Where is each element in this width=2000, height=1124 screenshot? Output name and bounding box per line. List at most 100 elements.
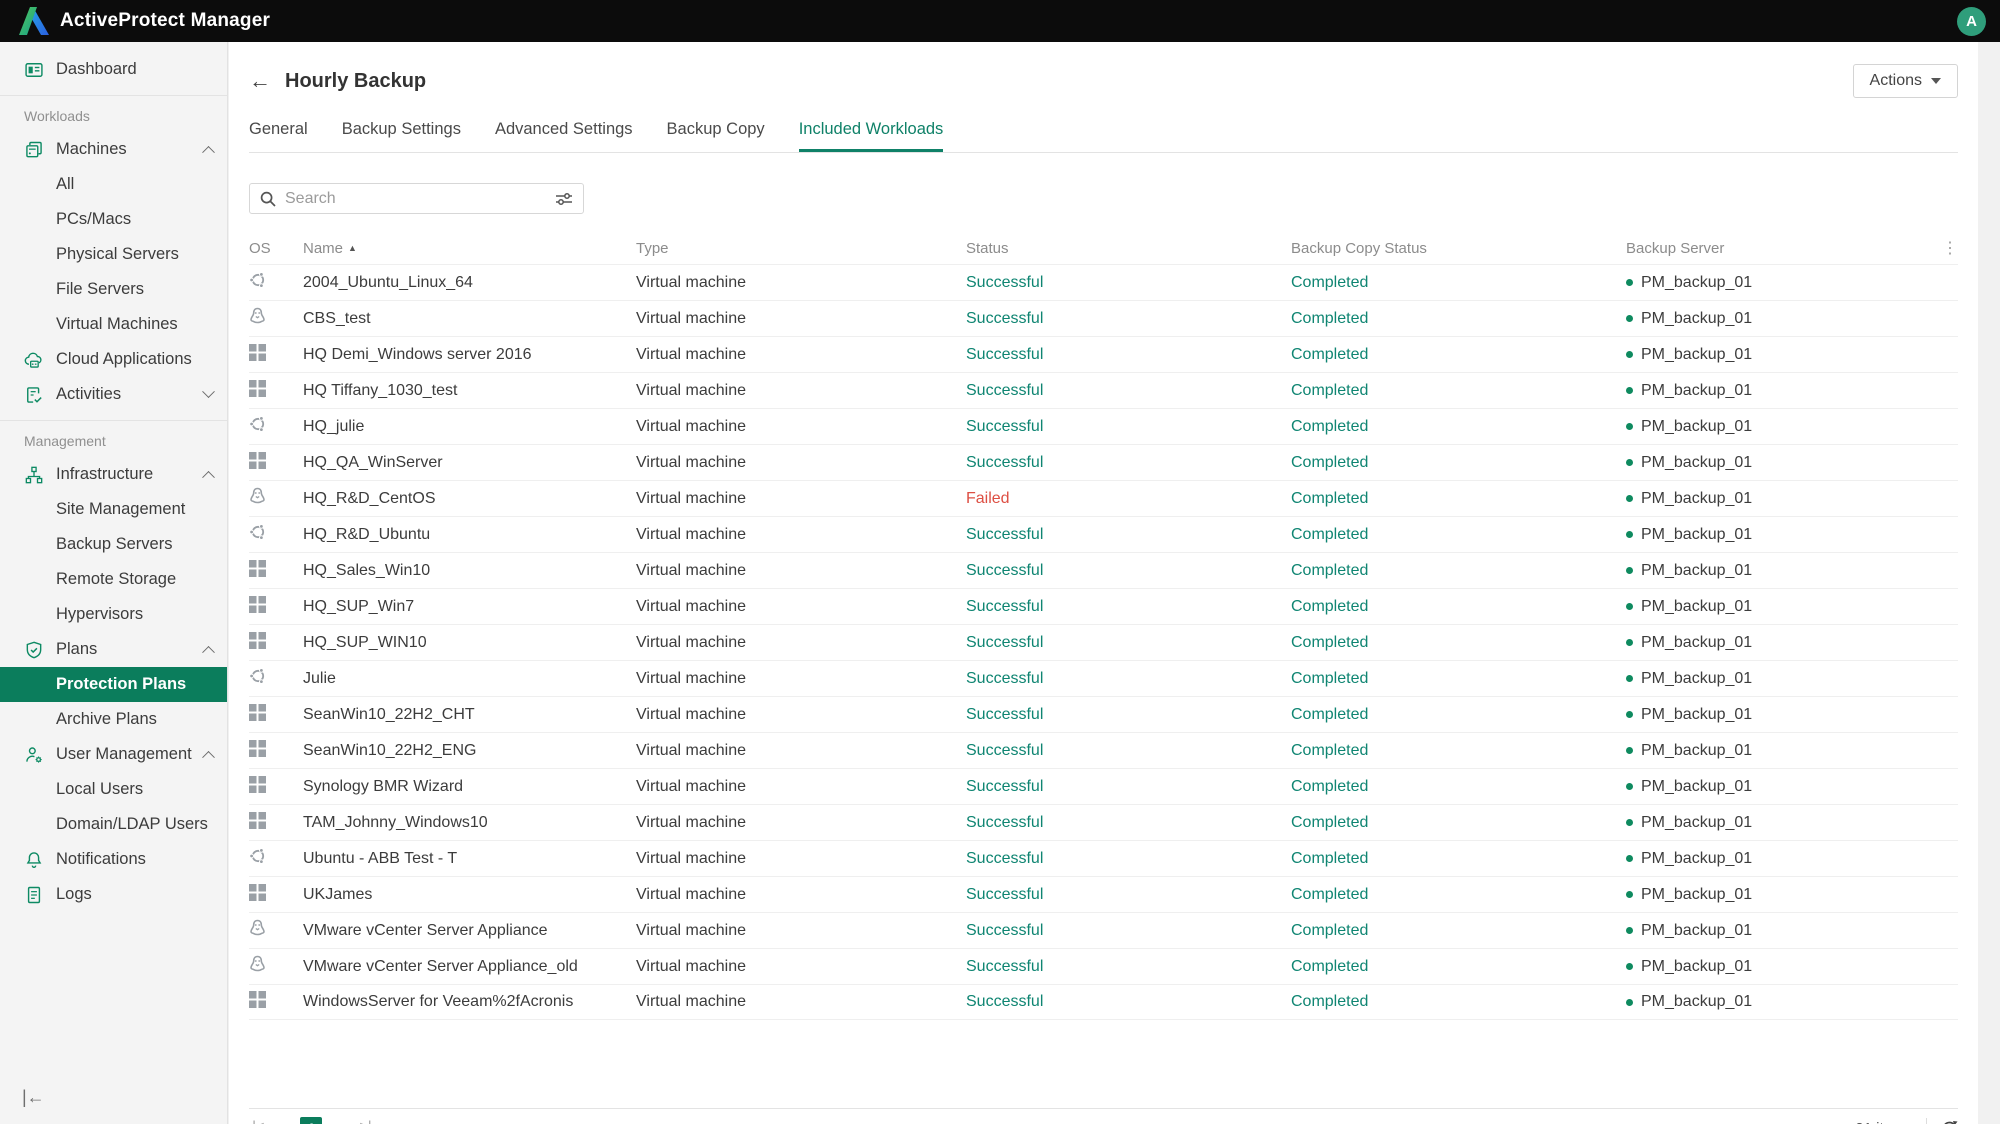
first-page-button[interactable]: |< [249, 1119, 267, 1124]
windows-os-icon [249, 451, 303, 474]
table-row[interactable]: SeanWin10_22H2_ENG Virtual machine Success… [249, 732, 1958, 768]
items-count: 21 items [1855, 1120, 1912, 1124]
table-row[interactable]: HQ Tiffany_1030_test Virtual machine Succe… [249, 372, 1958, 408]
table-row[interactable]: HQ_QA_WinServer Virtual machine Successful… [249, 444, 1958, 480]
table-row[interactable]: Ubuntu - ABB Test - T Virtual machine Succ… [249, 840, 1958, 876]
sidebar-item-plans[interactable]: Plans [0, 632, 227, 667]
sidebar-item-backup-servers[interactable]: Backup Servers [0, 527, 227, 562]
table-row[interactable]: HQ_R&D_CentOS Virtual machine Failed Comple… [249, 480, 1958, 516]
sidebar-item-label: PCs/Macs [56, 210, 132, 228]
backup-server-cell: PM_backup_01 [1626, 814, 1936, 832]
tab-backup-copy[interactable]: Backup Copy [667, 112, 765, 152]
sidebar-item-site-management[interactable]: Site Management [0, 492, 227, 527]
copy-status-text: Completed [1291, 957, 1369, 975]
sidebar-item-cloud-applications[interactable]: Cloud Applications [0, 342, 227, 377]
sidebar-item-all[interactable]: All [0, 167, 227, 202]
sidebar-section-label-management: Management [24, 433, 106, 449]
sidebar-item-archive-plans[interactable]: Archive Plans [0, 702, 227, 737]
workload-name: WindowsServer for Veeam%2fAcronis [303, 993, 574, 1010]
copy-status-text: Completed [1291, 345, 1369, 363]
filter-icon[interactable] [555, 191, 573, 207]
sidebar-item-protection-plans[interactable]: Protection Plans [0, 667, 227, 702]
sidebar-item-infrastructure[interactable]: Infrastructure [0, 457, 227, 492]
status-text: Successful [966, 669, 1044, 687]
sidebar-item-domain-ldap-users[interactable]: Domain/LDAP Users [0, 807, 227, 842]
table-row[interactable]: VMware vCenter Server Appliance_old Virtu… [249, 948, 1958, 984]
sidebar-item-file-servers[interactable]: File Servers [0, 272, 227, 307]
sidebar-item-notifications[interactable]: Notifications [0, 842, 227, 877]
sidebar-item-activities[interactable]: Activities [0, 377, 227, 412]
column-header-os: OS [249, 239, 271, 257]
sidebar-item-dashboard[interactable]: Dashboard [0, 52, 227, 87]
current-page-indicator[interactable]: 1 [300, 1117, 323, 1124]
tab-advanced-settings[interactable]: Advanced Settings [495, 112, 633, 152]
sidebar-item-machines[interactable]: Machines [0, 132, 227, 167]
server-status-dot [1626, 387, 1633, 394]
table-row[interactable]: VMware vCenter Server Appliance Virtual m… [249, 912, 1958, 948]
table-row[interactable]: CBS_test Virtual machine Successful Complet… [249, 300, 1958, 336]
refresh-icon[interactable] [1941, 1120, 1958, 1124]
backup-server-cell: PM_backup_01 [1626, 382, 1936, 400]
table-row[interactable]: WindowsServer for Veeam%2fAcronis Virtual… [249, 984, 1958, 1020]
server-status-dot [1626, 927, 1633, 934]
table-body: 2004_Ubuntu_Linux_64 Virtual machine Succe… [249, 264, 1958, 1020]
server-status-dot [1626, 711, 1633, 718]
table-row[interactable]: Synology BMR Wizard Virtual machine Succes… [249, 768, 1958, 804]
previous-page-button[interactable]: « [277, 1119, 291, 1124]
chevron-down-icon [1931, 78, 1941, 84]
backup-server-cell: PM_backup_01 [1626, 742, 1936, 760]
chevron-down-icon [202, 385, 215, 399]
workload-type: Virtual machine [636, 273, 746, 291]
sidebar-item-label: File Servers [56, 280, 145, 298]
sidebar-item-label: User Management [56, 745, 192, 763]
sidebar-item-local-users[interactable]: Local Users [0, 772, 227, 807]
table-row[interactable]: HQ Demi_Windows server 2016 Virtual machi… [249, 336, 1958, 372]
backup-server-cell: PM_backup_01 [1626, 670, 1936, 688]
scroll-gutter[interactable] [1978, 42, 2000, 1124]
sidebar-item-label: Remote Storage [56, 570, 177, 588]
sidebar-collapse-button[interactable]: |← [22, 1087, 45, 1108]
user-avatar[interactable]: A [1957, 6, 1986, 36]
back-arrow-icon[interactable]: ← [249, 70, 271, 92]
column-settings-icon[interactable]: ⋮ [1936, 238, 1958, 258]
tab-backup-settings[interactable]: Backup Settings [342, 112, 461, 152]
table-row[interactable]: HQ_SUP_WIN10 Virtual machine Successful Com… [249, 624, 1958, 660]
table-row[interactable]: Julie Virtual machine Successful Completed P… [249, 660, 1958, 696]
sidebar-item-pcs-macs[interactable]: PCs/Macs [0, 202, 227, 237]
workload-name: Synology BMR Wizard [303, 777, 464, 795]
table-row[interactable]: UKJames Virtual machine Successful Complete… [249, 876, 1958, 912]
table-row[interactable]: 2004_Ubuntu_Linux_64 Virtual machine Succe… [249, 264, 1958, 300]
table-row[interactable]: HQ_julie Virtual machine Successful Complet… [249, 408, 1958, 444]
table-row[interactable]: HQ_R&D_Ubuntu Virtual machine Successful Co… [249, 516, 1958, 552]
table-row[interactable]: HQ_Sales_Win10 Virtual machine Successful C… [249, 552, 1958, 588]
sidebar-item-hypervisors[interactable]: Hypervisors [0, 597, 227, 632]
copy-status-text: Completed [1291, 489, 1369, 507]
actions-button[interactable]: Actions [1852, 64, 1958, 98]
sidebar-item-label: Hypervisors [56, 605, 144, 623]
sidebar-item-label: Infrastructure [56, 465, 154, 483]
table-row[interactable]: TAM_Johnny_Windows10 Virtual machine Succe… [249, 804, 1958, 840]
backup-server-cell: PM_backup_01 [1626, 993, 1936, 1011]
table-footer: |< « 1 » >| 21 items [249, 1108, 1958, 1124]
sidebar-item-remote-storage[interactable]: Remote Storage [0, 562, 227, 597]
sidebar-item-physical-servers[interactable]: Physical Servers [0, 237, 227, 272]
windows-os-icon [249, 631, 303, 654]
workload-type: Virtual machine [636, 525, 746, 543]
last-page-button[interactable]: >| [356, 1119, 374, 1124]
tab-general[interactable]: General [249, 112, 308, 152]
sort-ascending-icon: ▲ [348, 242, 357, 253]
column-header-copy-status: Backup Copy Status [1291, 239, 1427, 257]
tab-included-workloads[interactable]: Included Workloads [798, 112, 944, 152]
next-page-button[interactable]: » [332, 1119, 346, 1124]
sidebar-item-logs[interactable]: Logs [0, 877, 227, 912]
search-input[interactable] [285, 189, 555, 208]
workload-type: Virtual machine [636, 381, 746, 399]
sidebar-item-user-management[interactable]: User Management [0, 737, 227, 772]
table-row[interactable]: SeanWin10_22H2_CHT Virtual machine Success… [249, 696, 1958, 732]
page-title: Hourly Backup [285, 69, 427, 92]
backup-server-cell: PM_backup_01 [1626, 274, 1936, 292]
column-header-name[interactable]: Name ▲ [303, 240, 636, 257]
sidebar-item-virtual-machines[interactable]: Virtual Machines [0, 307, 227, 342]
table-row[interactable]: HQ_SUP_Win7 Virtual machine Successful Comp… [249, 588, 1958, 624]
workload-name: HQ_SUP_Win7 [303, 597, 415, 615]
